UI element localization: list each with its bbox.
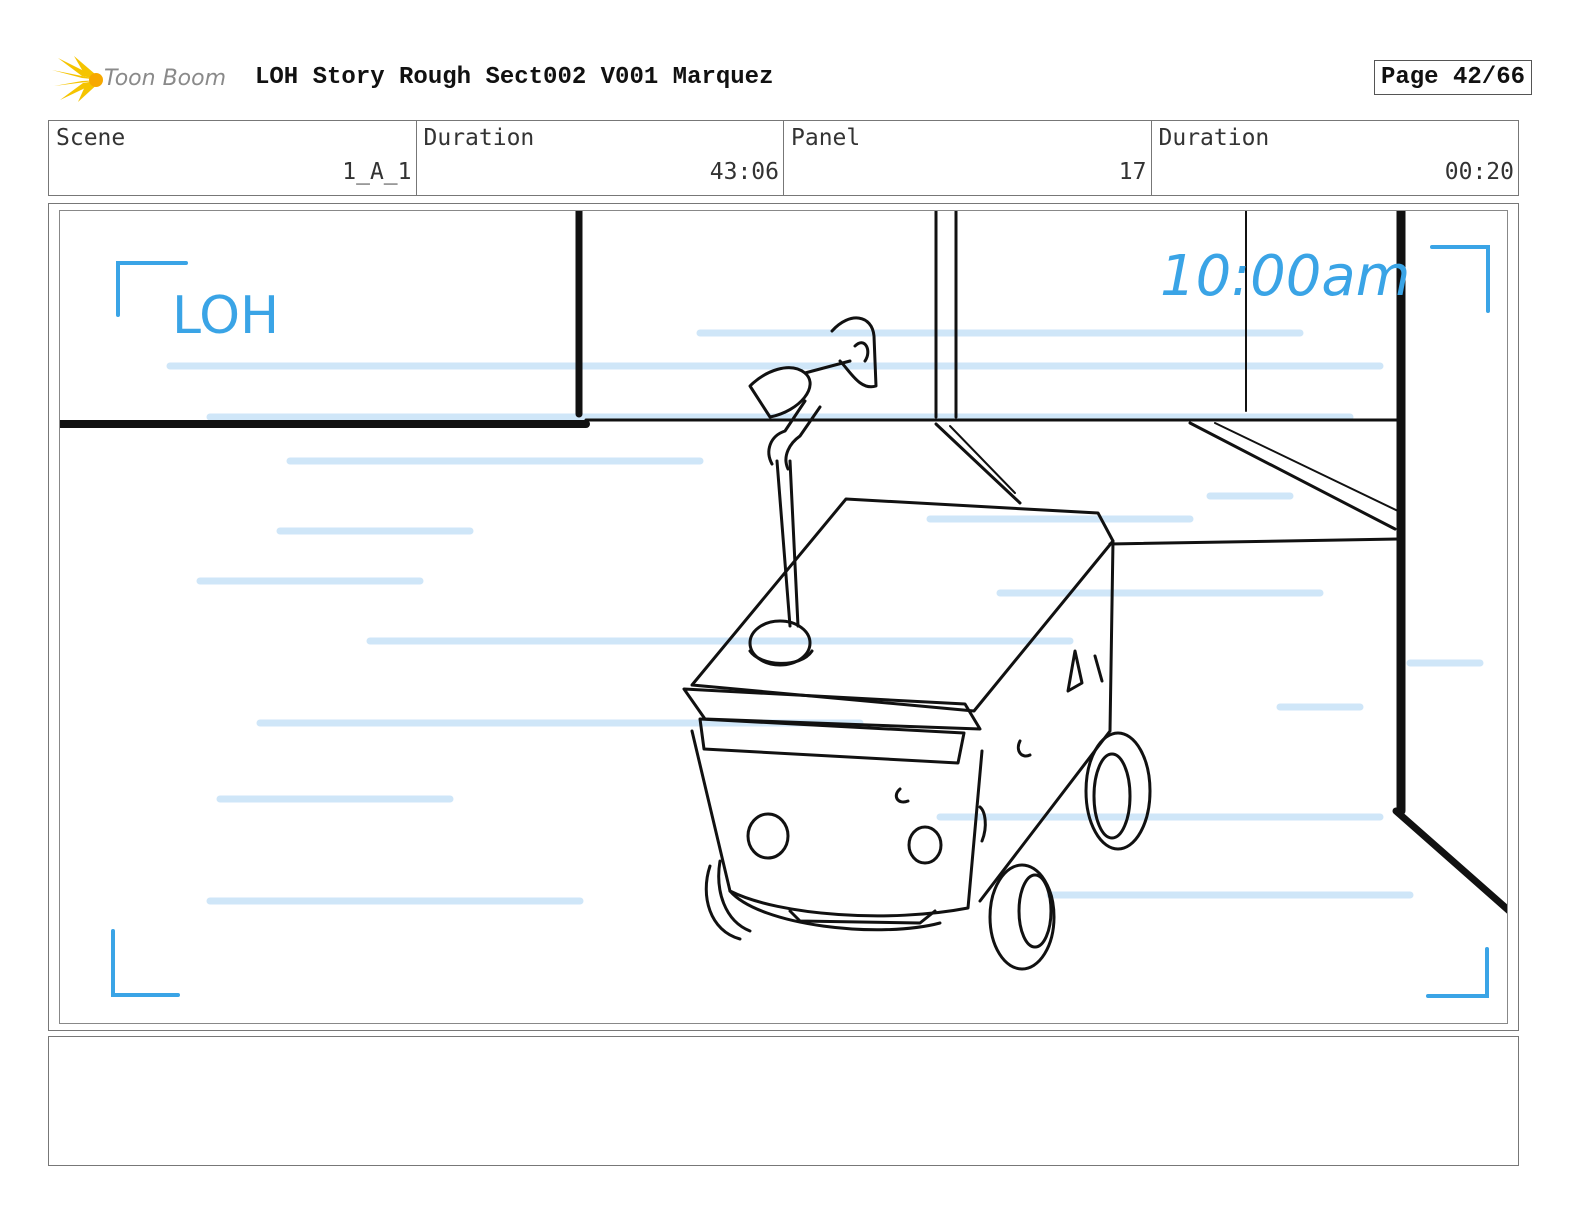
scene-value: 1_A_1 [342,159,412,185]
panel-duration-value: 00:20 [1444,159,1514,185]
storyboard-panel-image: LOH 10:00am [59,210,1508,1024]
document-title: LOH Story Rough Sect002 V001 Marquez [255,64,774,91]
toon-boom-logo: Toon Boom [52,56,237,102]
scene-duration-value: 43:06 [709,159,779,185]
sketch-caption-left: LOH [172,286,279,346]
page-header: Toon Boom LOH Story Rough Sect002 V001 M… [52,56,1532,102]
panel-value: 17 [1118,159,1147,185]
scene-duration-cell: Duration 43:06 [417,121,784,195]
scene-label: Scene [56,125,126,151]
blue-annotations [111,245,1490,998]
sketch-caption-right: 10:00am [1160,244,1410,309]
scene-cell: Scene 1_A_1 [49,121,417,195]
panel-duration-cell: Duration 00:20 [1152,121,1519,195]
panel-duration-label: Duration [1158,125,1270,151]
speed-lines [166,329,1484,905]
logo-text: Toon Boom [104,66,227,91]
panel-notes-box [48,1036,1519,1166]
panel-info-table: Scene 1_A_1 Duration 43:06 Panel 17 Dura… [48,120,1519,196]
storyboard-panel-frame: LOH 10:00am [48,203,1519,1031]
panel-label: Panel [791,125,861,151]
robot-cart-sketch: LOH 10:00am [60,211,1507,998]
page-number: Page 42/66 [1373,60,1532,95]
scene-duration-label: Duration [423,125,535,151]
panel-cell: Panel 17 [784,121,1152,195]
starburst-icon [52,56,103,102]
